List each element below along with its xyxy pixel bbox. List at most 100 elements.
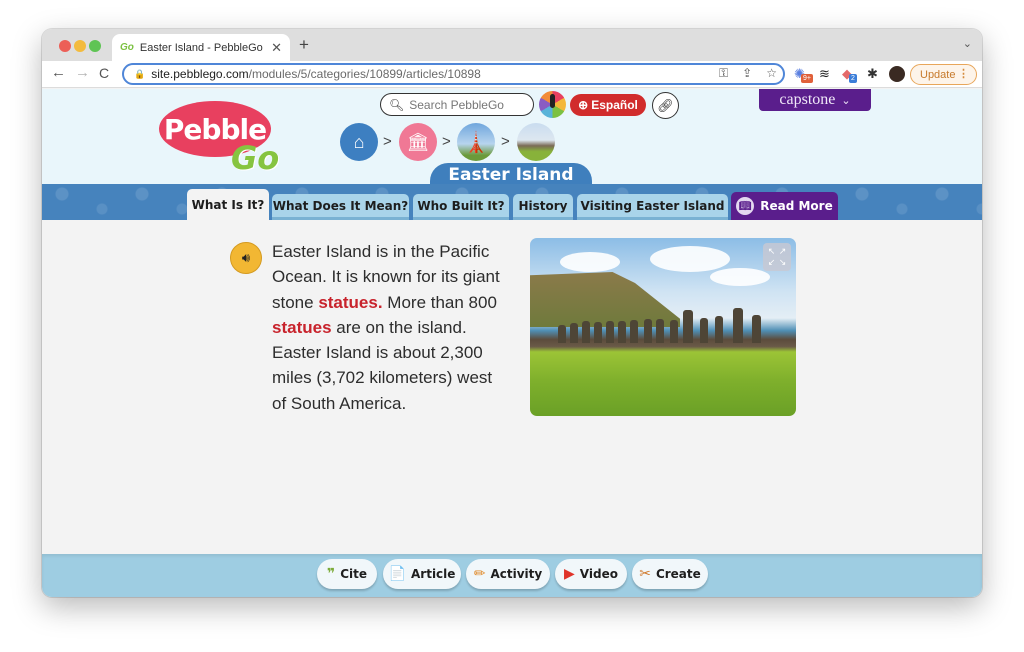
photo-moai: [733, 308, 743, 343]
globe-icon: ⊕: [578, 98, 589, 112]
create-button[interactable]: ✂ Create: [632, 559, 708, 589]
cite-button[interactable]: ❞ Cite: [317, 559, 377, 589]
glossary-word-statues[interactable]: statues.: [318, 293, 382, 312]
article-button[interactable]: 📄 Article: [383, 559, 461, 589]
activity-label: Activity: [490, 567, 543, 581]
photo-moai: [700, 318, 708, 343]
browser-tab[interactable]: Go Easter Island - PebbleGo ✕: [112, 34, 290, 61]
address-bar[interactable]: 🔒 site.pebblego.com/modules/5/categories…: [122, 63, 785, 85]
close-window-button[interactable]: [59, 40, 71, 52]
search-input[interactable]: 🔍︎ Search PebbleGo: [380, 93, 534, 116]
minimize-window-button[interactable]: [74, 40, 86, 52]
search-icon: 🔍︎: [389, 97, 405, 112]
craft-tools-icon: ✂: [639, 566, 651, 582]
spanish-label: Español: [591, 98, 638, 112]
expand-arrow-icon: ↙: [767, 257, 776, 267]
create-label: Create: [655, 567, 701, 581]
browser-toolbar: ← → C 🔒 site.pebblego.com/modules/5/cate…: [42, 61, 982, 88]
breadcrumb-category[interactable]: 🏛: [399, 123, 437, 161]
tab-what-does-it-mean[interactable]: What Does It Mean?: [272, 194, 409, 220]
reload-button[interactable]: C: [99, 65, 109, 81]
link-icon: 🔗︎: [657, 97, 674, 113]
tab-strip: Go Easter Island - PebbleGo ✕ + ⌄: [42, 29, 982, 61]
photo-cloud: [560, 252, 620, 272]
tab-history[interactable]: History: [513, 194, 573, 220]
tab-visiting-easter-island[interactable]: Visiting Easter Island: [577, 194, 728, 220]
video-button[interactable]: ▶ Video: [555, 559, 627, 589]
capstone-menu-button[interactable]: capstone ⌄: [759, 89, 871, 111]
home-icon: ⌂: [353, 131, 365, 152]
article-photo[interactable]: ↖ ↗ ↙ ↘: [530, 238, 796, 416]
extension-badge: 9+: [801, 74, 813, 83]
update-label: Update: [920, 68, 956, 81]
maximize-window-button[interactable]: [89, 40, 101, 52]
extension-sparkle-icon[interactable]: ✺ 9+: [794, 66, 813, 83]
article-tabs: What Is It? What Does It Mean? Who Built…: [42, 184, 982, 220]
pebblego-logo[interactable]: Pebble Go: [159, 101, 289, 179]
glossary-word-statues[interactable]: statues: [272, 318, 332, 337]
url-path: /modules/5/categories/10899/articles/108…: [248, 67, 481, 81]
photo-moai: [752, 315, 761, 343]
tab-who-built-it[interactable]: Who Built It?: [413, 194, 509, 220]
expand-arrow-icon: ↖: [767, 246, 776, 256]
photo-cloud: [710, 268, 770, 286]
tab-what-is-it[interactable]: What Is It?: [187, 189, 269, 220]
play-icon: ▶: [564, 566, 575, 582]
article-text: More than 800: [382, 292, 497, 312]
bookmark-star-icon[interactable]: ☆: [766, 66, 777, 81]
breadcrumb-places[interactable]: 🗼: [457, 123, 495, 161]
lock-icon[interactable]: 🔒: [134, 69, 145, 80]
photo-moai: [644, 319, 652, 343]
share-link-button[interactable]: 🔗︎: [652, 92, 679, 119]
document-icon: 📄: [388, 566, 406, 582]
photo-moai: [683, 310, 693, 343]
extension-layers-icon[interactable]: ≋: [819, 66, 830, 82]
close-tab-icon[interactable]: ✕: [271, 40, 282, 56]
video-label: Video: [579, 567, 618, 581]
profile-avatar[interactable]: [889, 66, 905, 82]
share-icon[interactable]: ⇪: [742, 66, 752, 81]
photo-moai: [582, 321, 590, 343]
logo-go-text: Go: [231, 139, 280, 177]
capstone-label: capstone: [779, 91, 836, 108]
photo-moai: [630, 320, 638, 343]
photo-cloud: [650, 246, 730, 272]
spin-wheel-icon[interactable]: [539, 91, 566, 118]
extension-badge: 2: [849, 74, 857, 83]
photo-moai: [670, 320, 678, 343]
breadcrumb-home[interactable]: ⌂: [340, 123, 378, 161]
play-audio-button[interactable]: 🔊︎: [230, 242, 262, 274]
quote-icon: ❞: [326, 566, 336, 582]
extension-tag-icon[interactable]: ◆ 2: [842, 66, 857, 83]
site-header: Pebble Go 🔍︎ Search PebbleGo ⊕ Español 🔗…: [42, 89, 982, 187]
breadcrumb-easter-island[interactable]: [517, 123, 555, 161]
password-key-icon[interactable]: ⚿: [719, 66, 728, 81]
update-button[interactable]: Update ⋮: [910, 64, 977, 85]
extensions-puzzle-icon[interactable]: ✱: [867, 66, 878, 82]
cite-label: Cite: [340, 567, 367, 581]
tab-title: Easter Island - PebbleGo: [139, 41, 263, 54]
photo-moai: [570, 323, 578, 343]
tab-search-chevron-icon[interactable]: ⌄: [963, 37, 972, 50]
photo-moai: [594, 322, 602, 343]
menu-dots-icon: ⋮: [958, 68, 969, 80]
expand-arrow-icon: ↗: [778, 246, 787, 256]
eiffel-tower-icon: 🗼: [463, 131, 489, 154]
pencil-icon: ✏: [473, 566, 486, 582]
expand-image-button[interactable]: ↖ ↗ ↙ ↘: [763, 243, 791, 271]
tab-read-more[interactable]: 📖︎ Read More: [731, 192, 838, 220]
article-body: Easter Island is in the Pacific Ocean. I…: [272, 239, 507, 416]
back-button[interactable]: ←: [51, 64, 66, 81]
browser-window: Go Easter Island - PebbleGo ✕ + ⌄ ← → C …: [42, 29, 982, 597]
url-host: site.pebblego.com: [151, 67, 249, 81]
pebblego-favicon-icon: Go: [120, 42, 134, 53]
new-tab-button[interactable]: +: [299, 35, 309, 55]
museum-icon: 🏛: [406, 131, 430, 152]
footer-toolbar: ❞ Cite 📄 Article ✏ Activity ▶ Video ✂ Cr…: [42, 554, 982, 597]
article-label: Article: [411, 567, 456, 581]
expand-arrow-icon: ↘: [778, 257, 787, 267]
search-placeholder: Search PebbleGo: [409, 97, 504, 112]
activity-button[interactable]: ✏ Activity: [466, 559, 550, 589]
forward-button[interactable]: →: [75, 64, 90, 81]
spanish-language-button[interactable]: ⊕ Español: [570, 94, 646, 116]
